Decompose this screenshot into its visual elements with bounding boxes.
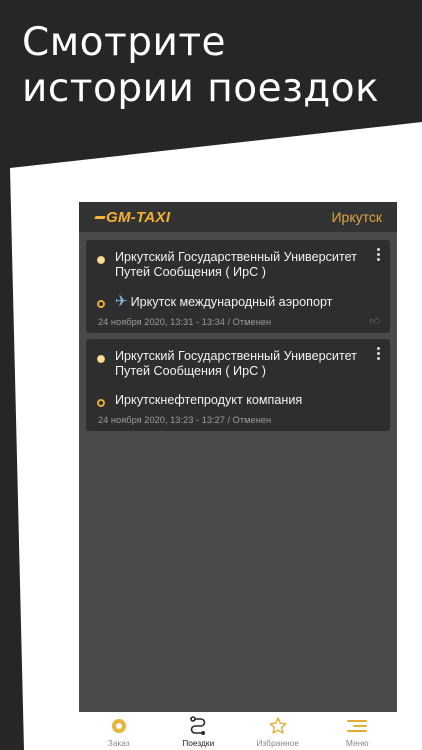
more-options-icon[interactable]: [375, 248, 381, 261]
destination-address: Иркутскнефтепродукт компания: [115, 393, 303, 407]
thumb-up-icon[interactable]: 👍︎: [370, 315, 380, 327]
airplane-icon: ✈: [115, 292, 128, 310]
menu-icon: [347, 715, 368, 737]
destination-dot-icon: [97, 300, 105, 308]
logo-swoosh-icon: [94, 215, 106, 219]
tab-menu[interactable]: Меню: [318, 712, 398, 750]
tab-menu-label: Меню: [345, 738, 369, 748]
trip-meta: 24 ноября 2020, 13:23 - 13:27 / Отменен: [98, 415, 272, 425]
app-header: GM-TAXI Иркутск: [79, 202, 397, 232]
trip-origin: Иркутский Государственный Университет Пу…: [97, 347, 364, 379]
origin-dot-icon: [97, 355, 105, 363]
origin-address: Иркутский Государственный Университет Пу…: [115, 250, 357, 279]
tab-trips[interactable]: Поездки: [159, 712, 239, 750]
trip-destination: ✈ Иркутск международный аэропорт: [97, 292, 364, 310]
route-icon: [189, 715, 207, 737]
origin-address: Иркутский Государственный Университет Пу…: [115, 349, 357, 378]
tab-order[interactable]: Заказ: [79, 712, 159, 750]
destination-dot-icon: [97, 399, 105, 407]
trip-origin: Иркутский Государственный Университет Пу…: [97, 248, 364, 280]
promo-line-2: истории поездок: [22, 66, 380, 111]
tab-trips-label: Поездки: [182, 738, 215, 748]
trip-destination: Иркутскнефтепродукт компания: [97, 391, 364, 408]
app-logo: GM-TAXI: [94, 208, 171, 226]
bottom-tab-bar: Заказ Поездки Избранное Меню: [79, 712, 397, 750]
more-options-icon[interactable]: [375, 347, 381, 360]
origin-dot-icon: [97, 256, 105, 264]
logo-text: GM-TAXI: [106, 208, 171, 226]
trip-meta: 24 ноября 2020, 13:31 - 13:34 / Отменен: [98, 317, 272, 327]
destination-address: Иркутск международный аэропорт: [130, 295, 333, 309]
star-icon: [268, 715, 288, 737]
promo-line-1: Смотрите: [22, 20, 227, 65]
tab-order-label: Заказ: [107, 738, 130, 748]
tab-favorites-label: Избранное: [256, 738, 299, 748]
tab-favorites[interactable]: Избранное: [238, 712, 318, 750]
map-pin-icon: [111, 715, 126, 737]
promo-headline: Смотрите истории поездок: [22, 20, 379, 112]
trip-card[interactable]: Иркутский Государственный Университет Пу…: [86, 339, 390, 431]
trip-list: Иркутский Государственный Университет Пу…: [79, 232, 397, 431]
city-selector[interactable]: Иркутск: [331, 209, 382, 225]
destination-label: ✈ Иркутск международный аэропорт: [115, 292, 332, 310]
trip-card[interactable]: Иркутский Государственный Университет Пу…: [86, 240, 390, 333]
app-screen: GM-TAXI Иркутск Иркутский Государственны…: [79, 202, 397, 750]
